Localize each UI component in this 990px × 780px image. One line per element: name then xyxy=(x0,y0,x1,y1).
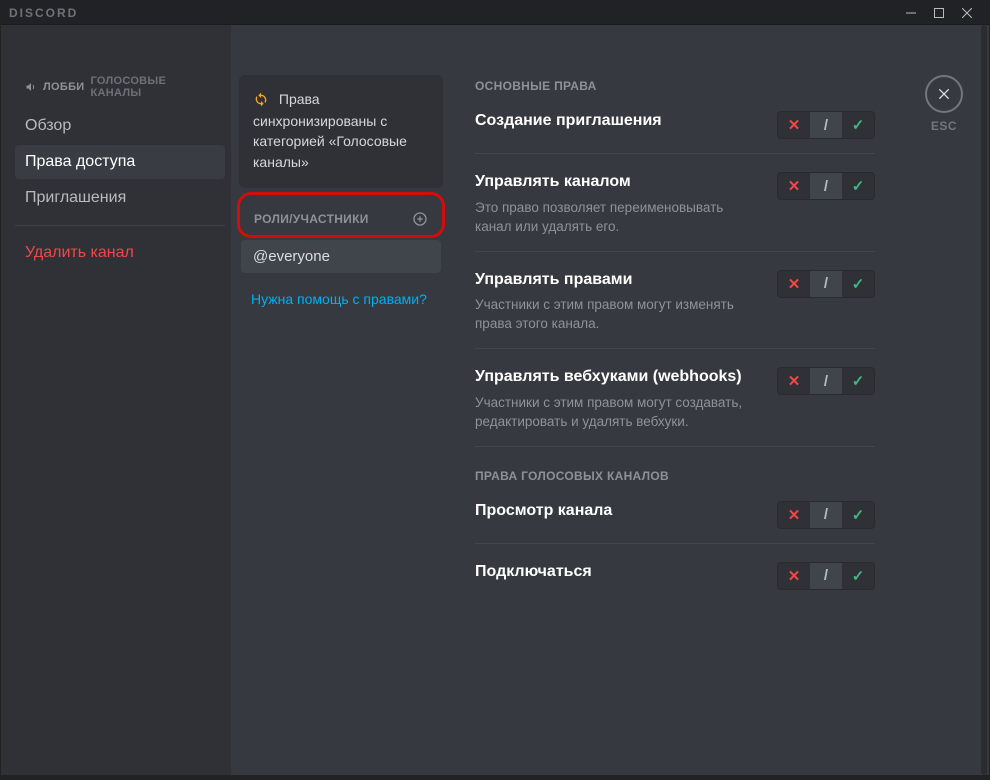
allow-icon[interactable]: ✓ xyxy=(842,173,874,199)
perm-divider xyxy=(475,348,875,349)
group-divider xyxy=(475,446,875,447)
window-maximize-button[interactable] xyxy=(925,3,953,23)
tutorial-highlight: РОЛИ/УЧАСТНИКИ xyxy=(237,192,445,238)
sync-icon xyxy=(253,92,269,113)
deny-icon[interactable]: ✕ xyxy=(778,563,810,589)
perm-divider xyxy=(475,153,875,154)
sidebar-item-label: Обзор xyxy=(25,117,71,134)
permission-title: Просмотр канала xyxy=(475,501,761,522)
sidebar-item-invites[interactable]: Приглашения xyxy=(15,181,225,215)
passthrough-icon[interactable]: / xyxy=(810,112,842,138)
permission-description: Участники с этим правом могут изменять п… xyxy=(475,296,761,334)
permission-row: Управлять вебхуками (webhooks) Участники… xyxy=(475,367,875,432)
roles-members-header: РОЛИ/УЧАСТНИКИ xyxy=(242,203,440,233)
permission-title: Управлять каналом xyxy=(475,172,761,193)
permissions-help-link[interactable]: Нужна помощь с правами? xyxy=(239,273,443,307)
sync-status-text: Права синхронизированы с категорией «Гол… xyxy=(253,91,407,170)
passthrough-icon[interactable]: / xyxy=(810,271,842,297)
passthrough-icon[interactable]: / xyxy=(810,563,842,589)
permission-toggle[interactable]: ✕ / ✓ xyxy=(777,270,875,298)
roles-header-label: РОЛИ/УЧАСТНИКИ xyxy=(254,212,369,226)
permission-row: Создание приглашения ✕ / ✓ xyxy=(475,111,875,139)
sidebar-item-delete-channel[interactable]: Удалить канал xyxy=(15,236,225,270)
passthrough-icon[interactable]: / xyxy=(810,173,842,199)
close-settings-button[interactable] xyxy=(925,75,963,113)
deny-icon[interactable]: ✕ xyxy=(778,112,810,138)
permission-row: Просмотр канала ✕ / ✓ xyxy=(475,501,875,529)
allow-icon[interactable]: ✓ xyxy=(842,502,874,528)
sidebar-divider xyxy=(15,225,225,226)
sidebar-item-label: Удалить канал xyxy=(25,244,134,261)
permission-toggle[interactable]: ✕ / ✓ xyxy=(777,367,875,395)
speaker-icon xyxy=(25,81,37,93)
permission-title: Подключаться xyxy=(475,562,761,583)
permission-row: Управлять правами Участники с этим право… xyxy=(475,270,875,335)
sidebar-item-overview[interactable]: Обзор xyxy=(15,109,225,143)
deny-icon[interactable]: ✕ xyxy=(778,502,810,528)
bottom-strip xyxy=(1,775,989,779)
brand-label: DISCORD xyxy=(9,6,78,20)
sidebar-item-label: Права доступа xyxy=(25,153,135,170)
sidebar-item-permissions[interactable]: Права доступа xyxy=(15,145,225,179)
perm-divider xyxy=(475,251,875,252)
permissions-column: ESC ОСНОВНЫЕ ПРАВА Создание приглашения … xyxy=(451,25,989,775)
permissions-scroll[interactable]: ОСНОВНЫЕ ПРАВА Создание приглашения ✕ / … xyxy=(475,75,965,775)
deny-icon[interactable]: ✕ xyxy=(778,173,810,199)
app-window: DISCORD ЛОББИ ГОЛОСОВЫЕ КАНАЛЫ Обзор Пра… xyxy=(0,0,990,780)
permission-group-title: ОСНОВНЫЕ ПРАВА xyxy=(475,79,875,93)
role-item-everyone[interactable]: @everyone xyxy=(241,240,441,273)
deny-icon[interactable]: ✕ xyxy=(778,368,810,394)
allow-icon[interactable]: ✓ xyxy=(842,563,874,589)
minimize-icon xyxy=(906,8,916,18)
add-role-button[interactable] xyxy=(412,211,428,227)
permission-description: Это право позволяет переименовывать кана… xyxy=(475,199,761,237)
help-link-label: Нужна помощь с правами? xyxy=(251,291,427,307)
permission-description: Участники с этим правом могут создавать,… xyxy=(475,394,761,432)
close-icon xyxy=(936,86,952,102)
sync-status-card: Права синхронизированы с категорией «Гол… xyxy=(239,75,443,188)
permission-title: Создание приглашения xyxy=(475,111,761,132)
channel-breadcrumb: ЛОББИ ГОЛОСОВЫЕ КАНАЛЫ xyxy=(25,75,219,99)
passthrough-icon[interactable]: / xyxy=(810,368,842,394)
permission-group-title: ПРАВА ГОЛОСОВЫХ КАНАЛОВ xyxy=(475,469,875,483)
window-close-button[interactable] xyxy=(953,3,981,23)
permission-toggle[interactable]: ✕ / ✓ xyxy=(777,562,875,590)
permission-row: Подключаться ✕ / ✓ xyxy=(475,562,875,590)
allow-icon[interactable]: ✓ xyxy=(842,368,874,394)
maximize-icon xyxy=(934,8,944,18)
permission-title: Управлять правами xyxy=(475,270,761,291)
roles-column: Права синхронизированы с категорией «Гол… xyxy=(231,25,451,775)
plus-circle-icon xyxy=(412,211,428,227)
sidebar-item-label: Приглашения xyxy=(25,189,126,206)
settings-sidebar: ЛОББИ ГОЛОСОВЫЕ КАНАЛЫ Обзор Права досту… xyxy=(1,25,231,775)
permission-row: Управлять каналом Это право позволяет пе… xyxy=(475,172,875,237)
channel-name: ЛОББИ xyxy=(43,81,85,93)
allow-icon[interactable]: ✓ xyxy=(842,112,874,138)
settings-layout: ЛОББИ ГОЛОСОВЫЕ КАНАЛЫ Обзор Права досту… xyxy=(1,25,989,775)
permission-title: Управлять вебхуками (webhooks) xyxy=(475,367,761,388)
window-minimize-button[interactable] xyxy=(897,3,925,23)
permission-toggle[interactable]: ✕ / ✓ xyxy=(777,172,875,200)
titlebar: DISCORD xyxy=(1,1,989,25)
scrollbar[interactable] xyxy=(981,25,987,775)
perm-divider xyxy=(475,543,875,544)
esc-label: ESC xyxy=(931,119,957,133)
role-item-label: @everyone xyxy=(253,248,330,265)
close-icon xyxy=(962,8,972,18)
permission-toggle[interactable]: ✕ / ✓ xyxy=(777,111,875,139)
deny-icon[interactable]: ✕ xyxy=(778,271,810,297)
channel-category: ГОЛОСОВЫЕ КАНАЛЫ xyxy=(91,75,220,99)
close-settings: ESC xyxy=(923,75,965,133)
permission-toggle[interactable]: ✕ / ✓ xyxy=(777,501,875,529)
allow-icon[interactable]: ✓ xyxy=(842,271,874,297)
passthrough-icon[interactable]: / xyxy=(810,502,842,528)
